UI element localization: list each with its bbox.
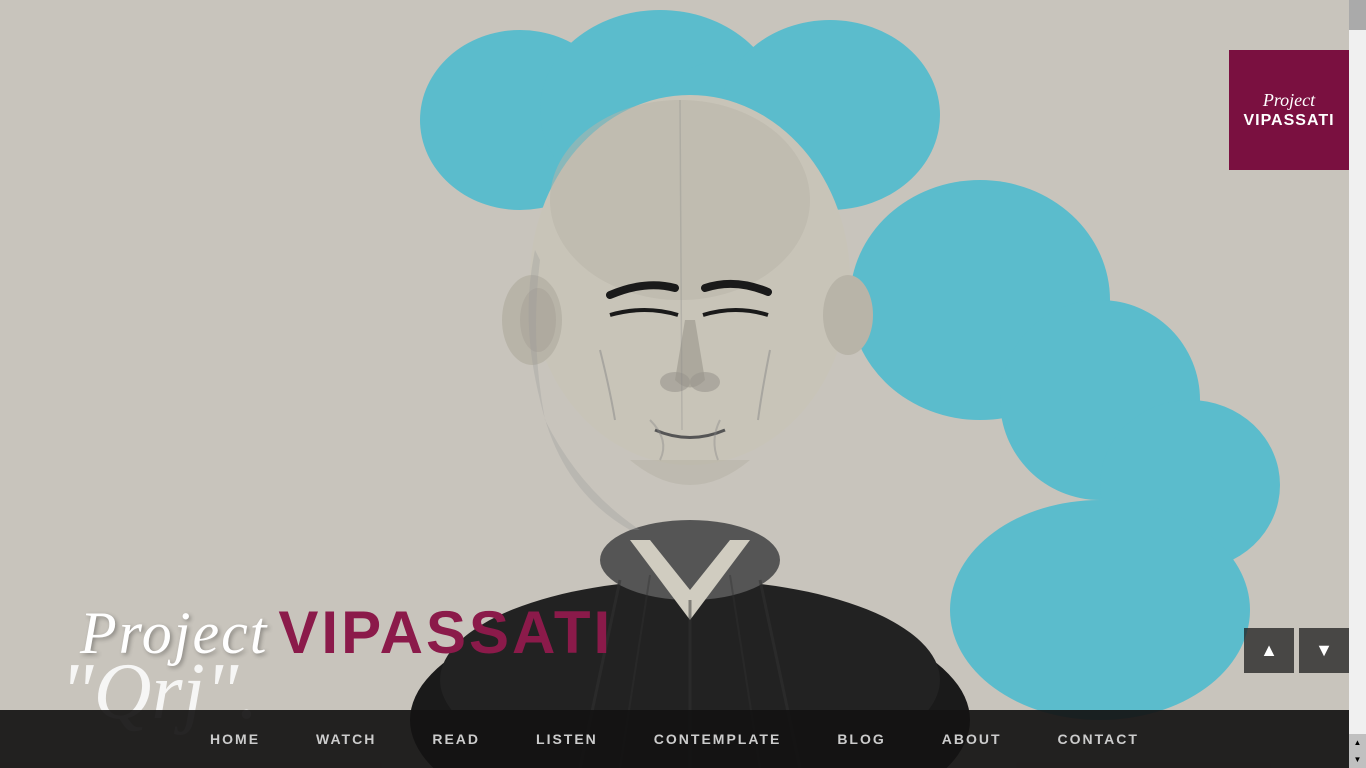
nav-item-contemplate[interactable]: CONTEMPLATE — [646, 726, 790, 752]
nav-item-contact[interactable]: CONTACT — [1050, 726, 1147, 752]
nav-item-watch[interactable]: WATCH — [308, 726, 384, 752]
nav-item-home[interactable]: HOME — [202, 726, 268, 752]
scrollbar-arrow-down[interactable]: ▼ — [1349, 751, 1366, 768]
nav-item-listen[interactable]: LISTEN — [528, 726, 606, 752]
scrollbar-track: ▲ ▼ — [1349, 0, 1366, 768]
scrollbar-arrow-up[interactable]: ▲ — [1349, 734, 1366, 751]
scroll-up-arrow[interactable]: ▲ — [1244, 628, 1294, 673]
hero-title-vipassati: VIPASSATI — [278, 598, 613, 667]
nav-item-blog[interactable]: BLOG — [829, 726, 893, 752]
logo-project-text: Project — [1263, 90, 1315, 112]
bottom-navigation: HOME WATCH READ LISTEN CONTEMPLATE BLOG … — [0, 710, 1349, 768]
nav-item-read[interactable]: READ — [424, 726, 488, 752]
scroll-down-arrow[interactable]: ▼ — [1299, 628, 1349, 673]
nav-item-about[interactable]: ABOUT — [934, 726, 1010, 752]
logo-box[interactable]: Project VIPASSATI — [1229, 50, 1349, 170]
logo-vipassati-text: VIPASSATI — [1243, 112, 1334, 130]
navigation-arrows: ▲ ▼ — [1244, 628, 1349, 673]
scrollbar-thumb[interactable] — [1349, 0, 1366, 30]
hero-background: Project VIPASSATI "Qrj". — [0, 0, 1349, 768]
